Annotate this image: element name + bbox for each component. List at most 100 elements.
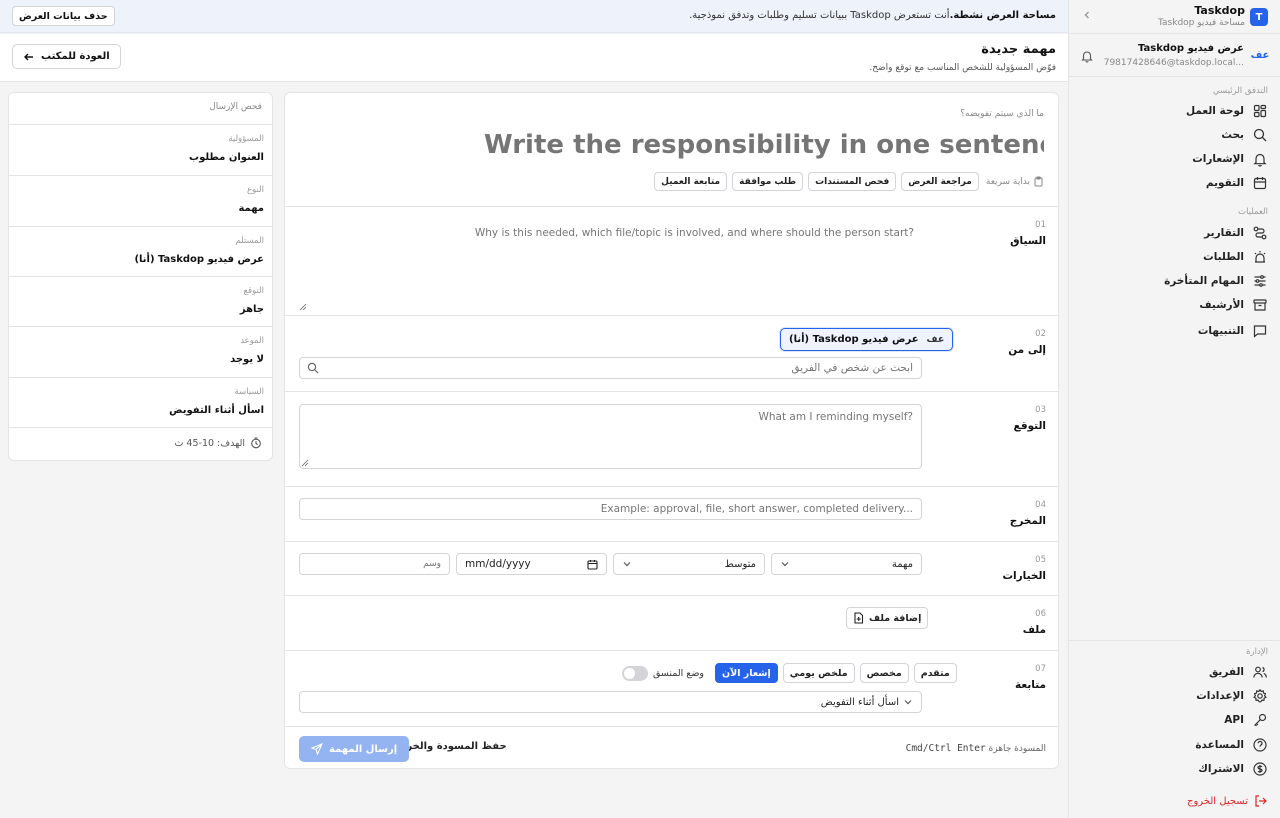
arrow-left-icon: [23, 51, 35, 63]
tag-input[interactable]: [299, 553, 450, 575]
nav-section-main: التدفق الرئيسي: [1212, 86, 1268, 96]
demo-banner: مساحة العرض نشطة.أنت تستعرض Taskdop ببيا…: [0, 0, 1068, 33]
summary-value: العنوان مطلوب: [189, 152, 264, 163]
route-icon: [1252, 225, 1268, 241]
user-name: عرض فيديو Taskdop: [1138, 43, 1244, 54]
followup-controls: متقدم مخصص ملخص يومي إشعار الآن وضع المن…: [622, 663, 957, 683]
bell-icon[interactable]: [1080, 49, 1094, 63]
priority-select[interactable]: متوسط: [613, 553, 765, 575]
resize-handle-icon[interactable]: [299, 303, 307, 311]
sidebar-item-help[interactable]: المساعدة: [1078, 734, 1268, 756]
quick-start-label: بداية سريعة: [986, 176, 1044, 187]
selected-assignee-chip[interactable]: عف عرض فيديو Taskdop (أنا): [780, 328, 954, 351]
quick-chip-client-followup[interactable]: متابعة العميل: [654, 172, 728, 191]
sidebar-item-subscription[interactable]: الاشتراك: [1078, 758, 1268, 780]
followup-section: 07 متابعة متقدم مخصص ملخص يومي إشعار الآ…: [285, 650, 1058, 726]
logout-label: تسجيل الخروج: [1186, 795, 1248, 807]
chevron-left-icon[interactable]: [1082, 10, 1092, 20]
dashboard-icon: [1252, 103, 1268, 119]
search-icon: [1252, 127, 1268, 143]
mode-daily-summary[interactable]: ملخص يومي: [782, 663, 855, 683]
context-section: 01 السياق: [285, 206, 1058, 315]
sidebar-item-team[interactable]: الفريق: [1078, 661, 1268, 683]
output-label: المخرج: [1009, 515, 1046, 527]
user-account[interactable]: عف عرض فيديو Taskdop 79817428646@taskdop…: [1068, 35, 1280, 77]
send-task-button[interactable]: إرسال المهمة: [299, 736, 410, 762]
sidebar-item-api[interactable]: API: [1078, 709, 1268, 731]
logout-icon: [1254, 794, 1268, 808]
mode-custom[interactable]: مخصص: [859, 663, 909, 683]
step-number: 02: [1035, 329, 1046, 339]
nav-section-ops: العمليات: [1238, 207, 1268, 217]
step-number: 05: [1035, 555, 1046, 565]
calendar-icon: [1252, 175, 1268, 191]
clear-demo-data-button[interactable]: حذف بيانات العرض: [12, 6, 115, 26]
sidebar-item-label: بحث: [1221, 129, 1244, 141]
responsibility-question: ما الذي سيتم تفويضه؟: [960, 109, 1044, 119]
expectation-section: 03 التوقع: [285, 391, 1058, 486]
alarm-icon: [1252, 249, 1268, 265]
logout-button[interactable]: تسجيل الخروج: [1187, 794, 1268, 808]
summary-row: المستلم عرض فيديو Taskdop (أنا): [9, 226, 272, 277]
calendar-icon: [587, 559, 598, 570]
followup-policy-select[interactable]: اسأل أثناء التفويض: [299, 691, 922, 713]
sidebar-item-alerts[interactable]: التنبيهات: [1078, 320, 1268, 342]
file-plus-icon: [853, 612, 864, 624]
message-icon: [1252, 323, 1268, 339]
dollar-icon: [1252, 761, 1268, 777]
page-subtitle: فوّض المسؤولية للشخص المناسب مع توقع واض…: [869, 63, 1056, 73]
quick-chip-request-approval[interactable]: طلب موافقة: [732, 172, 804, 191]
summary-key: النوع: [247, 185, 264, 195]
sidebar-item-dashboard[interactable]: لوحة العمل: [1078, 100, 1268, 122]
quick-chip-review-demo[interactable]: مراجعة العرض: [901, 172, 979, 191]
summary-key: الموعد: [240, 336, 264, 346]
sidebar-item-label: API: [1224, 714, 1244, 726]
step-number: 06: [1035, 609, 1046, 619]
due-date-placeholder: mm/dd/yyyy: [465, 558, 531, 570]
due-date-input[interactable]: mm/dd/yyyy: [456, 553, 607, 575]
assignee-search-input[interactable]: [299, 357, 922, 379]
mode-notify-now[interactable]: إشعار الآن: [715, 663, 778, 683]
banner-title: مساحة العرض نشطة.: [949, 10, 1056, 21]
summary-value: مهمة: [238, 203, 264, 214]
task-type-select[interactable]: مهمة: [771, 553, 922, 575]
sidebar-item-overdue[interactable]: المهام المتأخرة: [1078, 270, 1268, 292]
mode-advanced[interactable]: متقدم: [913, 663, 957, 683]
quick-chip-check-documents[interactable]: فحص المستندات: [808, 172, 897, 191]
send-check-panel: فحص الإرسال المسؤولية العنوان مطلوب النو…: [8, 92, 273, 461]
sidebar-item-label: التنبيهات: [1197, 325, 1244, 337]
sidebar-item-label: الإعدادات: [1196, 690, 1244, 702]
summary-row: الموعد لا يوجد: [9, 326, 272, 377]
step-number: 03: [1035, 405, 1046, 415]
send-task-label: إرسال المهمة: [329, 743, 398, 755]
brand-logo: T: [1250, 8, 1268, 26]
users-icon: [1252, 664, 1268, 680]
step-number: 07: [1035, 664, 1046, 674]
sidebar-item-settings[interactable]: الإعدادات: [1078, 685, 1268, 707]
save-draft-exit-button[interactable]: حفظ المسودة والخروج: [393, 741, 507, 752]
sidebar-item-label: الأرشيف: [1199, 299, 1244, 311]
sidebar-item-reports[interactable]: التقارير: [1078, 222, 1268, 244]
sidebar-item-notifications[interactable]: الإشعارات: [1078, 148, 1268, 170]
summary-key: المسؤولية: [228, 134, 264, 144]
send-icon: [311, 743, 323, 755]
sidebar-item-label: الإشعارات: [1192, 153, 1244, 165]
output-input[interactable]: [299, 498, 922, 520]
add-file-button[interactable]: إضافة ملف: [846, 607, 929, 629]
resize-handle-icon[interactable]: [301, 459, 309, 467]
expectation-textarea[interactable]: [299, 404, 922, 469]
context-textarea[interactable]: [299, 223, 922, 303]
sidebar-item-search[interactable]: بحث: [1078, 124, 1268, 146]
summary-value: عرض فيديو Taskdop (أنا): [134, 254, 264, 265]
form-footer: المسودة جاهزة Cmd/Ctrl Enter حفظ المسودة…: [285, 726, 1058, 768]
coordinator-mode-toggle[interactable]: [622, 665, 648, 681]
sidebar-item-requests[interactable]: الطلبات: [1078, 246, 1268, 268]
sidebar-item-calendar[interactable]: التقويم: [1078, 172, 1268, 194]
sidebar-item-archive[interactable]: الأرشيف: [1078, 294, 1268, 316]
output-section: 04 المخرج: [285, 486, 1058, 541]
page-header: مهمة جديدة فوّض المسؤولية للشخص المناسب …: [0, 34, 1068, 82]
quick-start-row: بداية سريعة مراجعة العرض فحص المستندات ط…: [654, 172, 1044, 191]
responsibility-title-input[interactable]: [484, 127, 1044, 163]
back-to-desk-button[interactable]: العودة للمكتب: [12, 44, 121, 69]
assignee-label: إلى من: [1008, 344, 1046, 356]
